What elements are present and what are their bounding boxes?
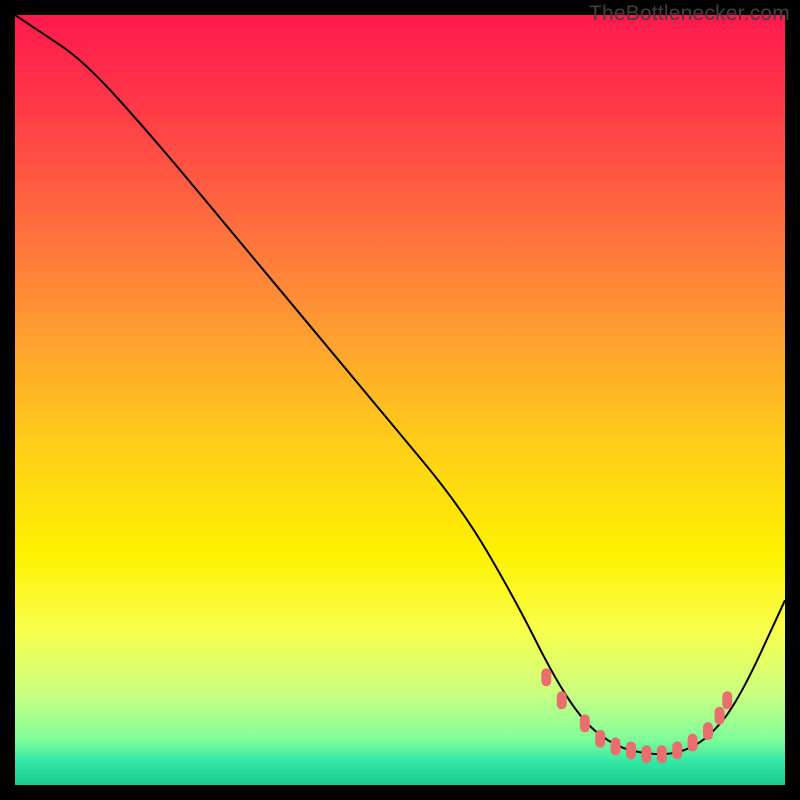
marker-dot — [715, 707, 725, 725]
marker-dot — [541, 668, 551, 686]
marker-dot — [703, 722, 713, 740]
marker-dot — [595, 730, 605, 748]
chart-svg — [15, 15, 785, 785]
marker-dot — [557, 691, 567, 709]
plot-area — [15, 15, 785, 785]
watermark-text: TheBottlenecker.com — [589, 2, 790, 26]
marker-dot — [657, 745, 667, 763]
marker-dot — [672, 741, 682, 759]
marker-dot — [626, 741, 636, 759]
marker-dot — [580, 714, 590, 732]
marker-dot — [688, 734, 698, 752]
marker-dot — [611, 738, 621, 756]
gradient-bg — [15, 15, 785, 785]
marker-dot — [641, 745, 651, 763]
chart-container: TheBottlenecker.com — [0, 0, 800, 800]
marker-dot — [722, 691, 732, 709]
